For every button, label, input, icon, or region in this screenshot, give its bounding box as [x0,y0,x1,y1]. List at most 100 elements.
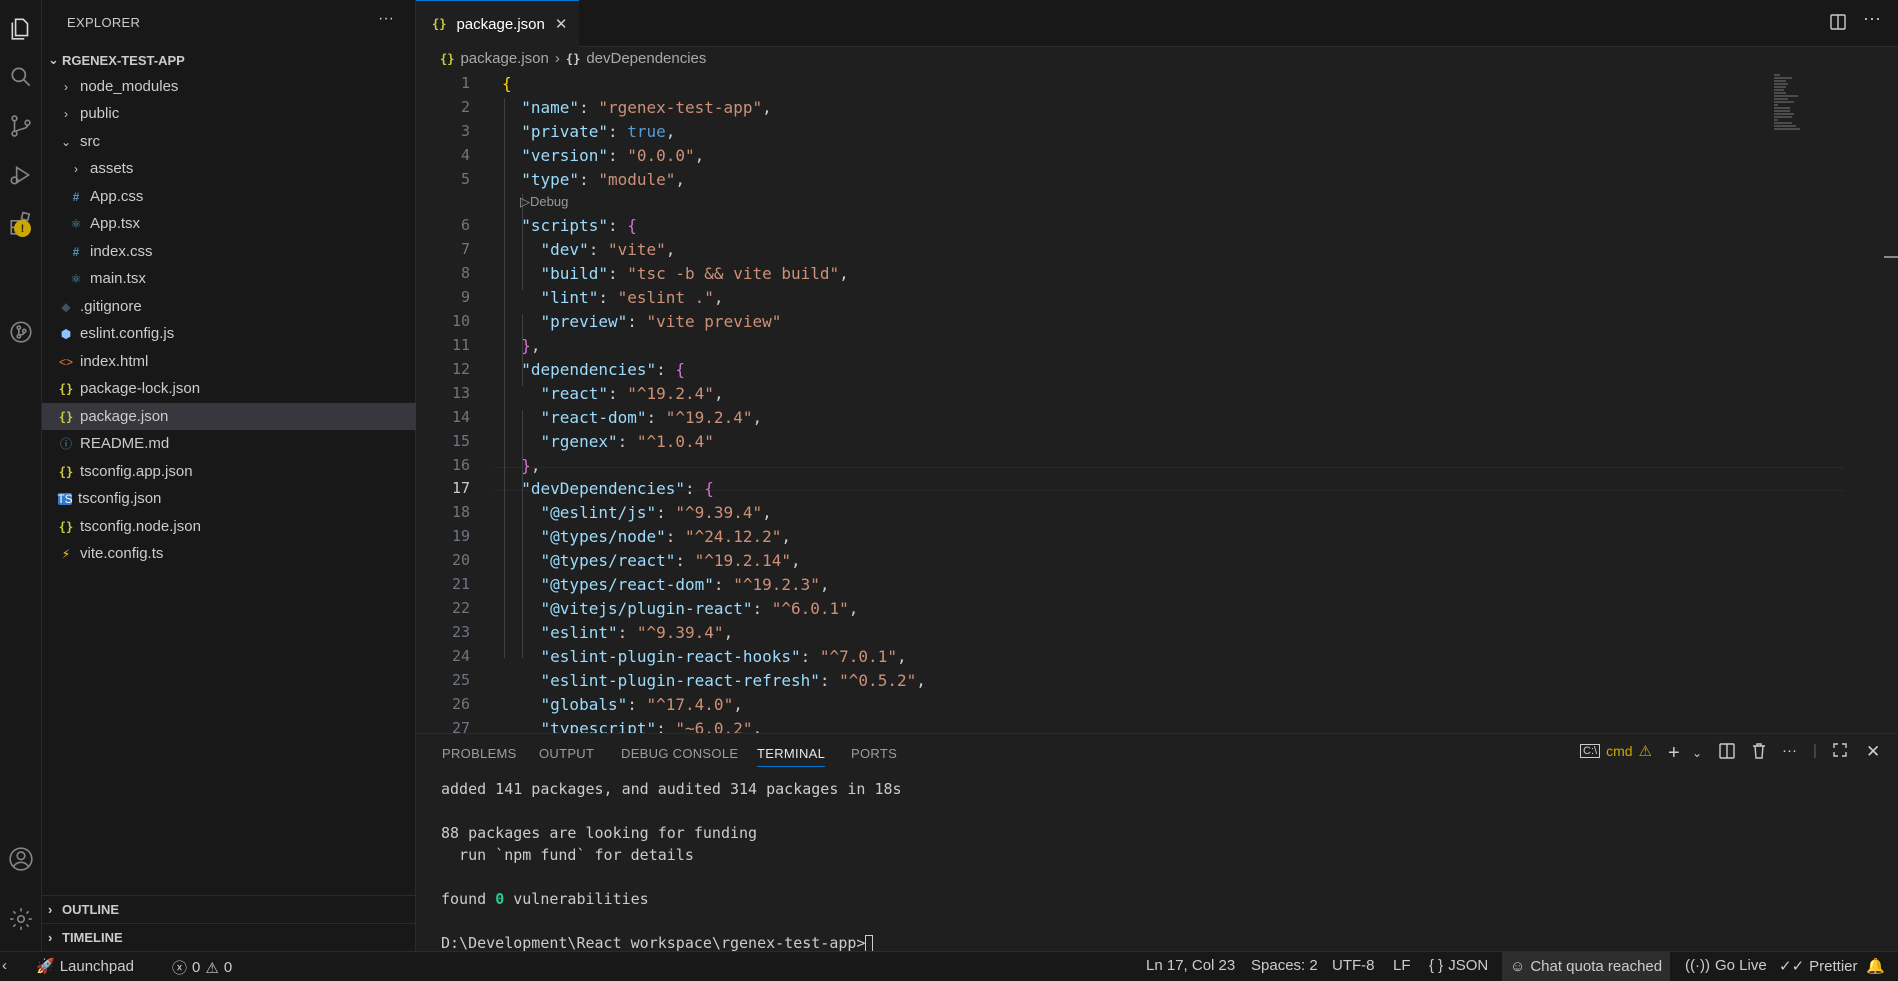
line-number: 7 [460,240,470,258]
timeline-section[interactable]: › TIMELINE [42,923,416,950]
scrollbar-marker[interactable] [1884,256,1898,258]
tab-ports[interactable]: PORTS [851,746,897,761]
terminal-panel: PROBLEMS OUTPUT DEBUG CONSOLE TERMINAL P… [416,733,1898,954]
code-line: "preview": "vite preview" [540,312,782,331]
tree-item-node-modules[interactable]: › node_modules [42,73,416,100]
code-line: "react": "^19.2.4", [540,384,724,403]
line-number: 12 [451,360,470,378]
code-line: "@types/react-dom": "^19.2.3", [540,575,830,594]
css-file-icon: # [72,244,80,259]
source-control-icon[interactable] [0,103,42,149]
tab-terminal[interactable]: TERMINAL [757,746,826,767]
tree-item-tsconfig-app[interactable]: {} tsconfig.app.json [42,458,416,485]
code-line: "rgenex": "^1.0.4" [540,432,714,451]
split-terminal-icon[interactable] [1718,742,1736,760]
chat-status-label: Chat quota reached [1530,958,1663,975]
terminal-cursor [865,935,874,952]
indentation[interactable]: Spaces: 2 [1251,957,1318,974]
tab-problems[interactable]: PROBLEMS [442,746,517,761]
line-number: 24 [451,647,470,665]
tree-item-label: assets [90,160,134,177]
code-line: "private": true, [521,122,676,141]
tab-package-json[interactable]: {} package.json ✕ [416,0,579,47]
react-file-icon: ⚛ [70,271,82,286]
tree-item-label: index.css [90,243,153,260]
tree-item-app-css[interactable]: # App.css [42,183,416,210]
tab-bar: {} package.json ✕ ··· [416,0,1898,47]
trash-icon[interactable] [1750,742,1768,760]
git-graph-icon[interactable] [0,309,42,355]
tab-debug-console[interactable]: DEBUG CONSOLE [621,746,738,761]
project-folder-header[interactable]: ⌄ RGENEX-TEST-APP [42,50,416,70]
tree-item-index-css[interactable]: # index.css [42,238,416,265]
line-number: 14 [451,408,470,426]
activity-bar: ! [0,0,42,951]
breadcrumb-item-file[interactable]: package.json [460,50,548,67]
tree-item-label: eslint.config.js [80,325,175,342]
line-number: 21 [451,575,470,593]
terminal-output[interactable]: added 141 packages, and audited 314 pack… [441,778,902,954]
launchpad-item[interactable]: 🚀 Launchpad [36,957,134,976]
error-count: 0 [192,959,201,976]
run-debug-icon[interactable] [0,152,42,198]
outline-section[interactable]: › OUTLINE [42,895,416,922]
tree-item-tsconfig[interactable]: TS tsconfig.json [42,485,416,512]
language-mode[interactable]: { } JSON [1429,957,1488,974]
tree-item-public[interactable]: › public [42,100,416,127]
close-icon[interactable]: ✕ [555,15,568,33]
end-of-line[interactable]: LF [1393,957,1411,974]
line-number: 18 [451,503,470,521]
tree-item-src[interactable]: ⌄ src [42,128,416,155]
tree-item-app-tsx[interactable]: ⚛ App.tsx [42,210,416,237]
breadcrumb-item-symbol[interactable]: devDependencies [586,50,706,67]
split-editor-icon[interactable] [1829,13,1847,36]
maximize-panel-icon[interactable] [1832,742,1848,758]
account-icon[interactable] [0,836,42,882]
tree-item-assets[interactable]: › assets [42,155,416,182]
tree-item-eslint-config[interactable]: ⬢ eslint.config.js [42,320,416,347]
more-actions-icon[interactable]: ··· [1863,8,1881,29]
tree-item-tsconfig-node[interactable]: {} tsconfig.node.json [42,513,416,540]
line-number: 6 [460,216,470,234]
code-lens-label: Debug [530,194,569,209]
search-icon[interactable] [0,54,42,100]
extensions-icon[interactable]: ! [0,200,42,246]
tree-item-package-json[interactable]: {} package.json [42,403,416,430]
chevron-down-icon[interactable]: ⌄ [1692,746,1702,760]
cursor-position[interactable]: Ln 17, Col 23 [1146,957,1235,974]
tree-item-readme[interactable]: ⓘ README.md [42,430,416,457]
new-terminal-icon[interactable]: + [1668,742,1680,765]
line-number: 10 [451,312,470,330]
line-number: 26 [451,695,470,713]
debug-code-lens[interactable]: ▷Debug [520,194,568,210]
chevron-right-icon: › [48,901,53,917]
problems-indicator[interactable]: ⓧ 0 ⚠ 0 [172,957,232,978]
encoding[interactable]: UTF-8 [1332,957,1375,974]
remote-icon[interactable]: ‹ [2,957,7,974]
code-editor[interactable]: 1 { 2 "name": "rgenex-test-app", 3 "priv… [416,74,1844,738]
chat-status[interactable]: ☺ Chat quota reached [1502,952,1671,981]
notifications-bell-icon[interactable]: 🔔 [1866,957,1885,975]
line-number: 16 [451,456,470,474]
timeline-label: TIMELINE [62,929,123,945]
tree-item-main-tsx[interactable]: ⚛ main.tsx [42,265,416,292]
terminal-line: found 0 vulnerabilities [441,888,902,910]
minimap[interactable] [1774,74,1834,134]
go-live-button[interactable]: ((·)) Go Live [1685,957,1767,974]
tree-item-label: tsconfig.node.json [80,518,201,535]
terminal-shell-indicator[interactable]: C:\ cmd ⚠ [1580,742,1652,760]
prettier-status[interactable]: ✓✓ Prettier [1779,957,1858,976]
tree-item-index-html[interactable]: <> index.html [42,348,416,375]
more-actions-icon[interactable]: ··· [378,10,394,28]
terminal-text: found [441,890,496,908]
close-panel-icon[interactable]: ✕ [1866,742,1880,762]
tree-item-gitignore[interactable]: ◆ .gitignore [42,293,416,320]
tree-item-package-lock[interactable]: {} package-lock.json [42,375,416,402]
settings-gear-icon[interactable] [0,896,42,942]
tab-output[interactable]: OUTPUT [539,746,594,761]
explorer-icon[interactable] [0,6,42,52]
line-number: 15 [451,432,470,450]
more-actions-icon[interactable]: ··· [1782,742,1797,759]
status-bar: ‹ 🚀 Launchpad ⓧ 0 ⚠ 0 Ln 17, Col 23 Spac… [0,951,1898,981]
tree-item-vite-config[interactable]: ⚡ vite.config.ts [42,540,416,567]
